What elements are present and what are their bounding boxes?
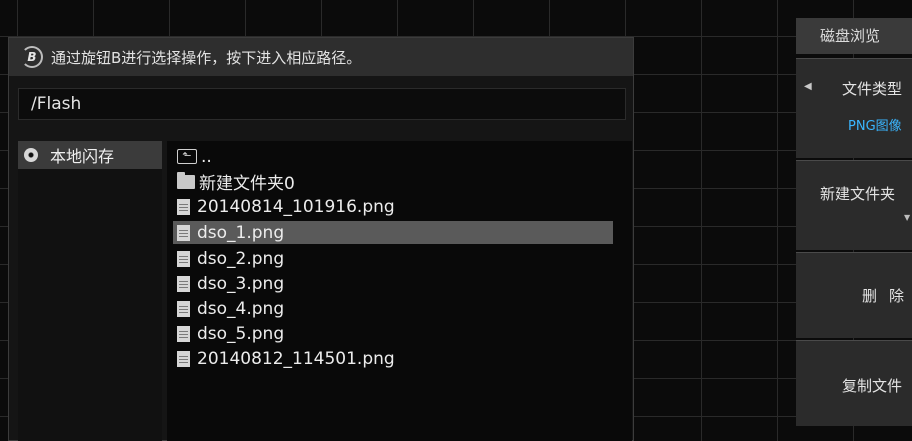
arrow-left-icon: ◀ bbox=[804, 81, 812, 92]
delete-button[interactable]: 删除 bbox=[796, 252, 912, 338]
hint-text: 通过旋钮B进行选择操作，按下进入相应路径。 bbox=[51, 48, 362, 67]
file-icon bbox=[177, 275, 190, 292]
new-folder-button[interactable]: 新建文件夹 ▼ bbox=[796, 160, 912, 250]
list-item-file[interactable]: dso_5.png bbox=[173, 322, 613, 345]
side-menu: 磁盘浏览 ◀ 文件类型 PNG图像 新建文件夹 ▼ 删除 复制文件 bbox=[796, 18, 912, 441]
file-type-button[interactable]: ◀ 文件类型 PNG图像 bbox=[796, 58, 912, 158]
list-item-file-selected[interactable]: dso_1.png bbox=[173, 221, 613, 244]
delete-label: 删除 bbox=[862, 287, 912, 305]
file-name: dso_4.png bbox=[197, 298, 285, 319]
file-type-value: PNG图像 bbox=[848, 119, 902, 134]
knob-b-icon: B bbox=[21, 46, 43, 68]
disk-icon bbox=[24, 148, 38, 162]
folder-icon bbox=[177, 171, 195, 189]
list-item-file[interactable]: dso_4.png bbox=[173, 297, 613, 320]
list-item-file[interactable]: dso_3.png bbox=[173, 272, 613, 295]
list-item-file[interactable]: 20140814_101916.png bbox=[173, 195, 613, 218]
file-type-label: 文件类型 bbox=[842, 80, 903, 98]
menu-title: 磁盘浏览 bbox=[796, 18, 912, 54]
folder-up-icon: ⬑ bbox=[177, 149, 197, 164]
file-name: 20140812_114501.png bbox=[197, 348, 395, 369]
location-label: 本地闪存 bbox=[50, 147, 115, 166]
file-list: ⬑ .. 新建文件夹0 20140814_101916.png dso_1.pn… bbox=[167, 141, 632, 441]
location-pane: 本地闪存 bbox=[18, 141, 162, 441]
list-item-file[interactable]: dso_2.png bbox=[173, 247, 613, 270]
file-icon bbox=[177, 350, 190, 367]
file-name: dso_3.png bbox=[197, 273, 285, 294]
chevron-down-icon: ▼ bbox=[904, 213, 911, 222]
file-name: 新建文件夹0 bbox=[199, 174, 295, 194]
file-name: dso_1.png bbox=[197, 222, 285, 243]
list-item-parent-dir[interactable]: ⬑ .. bbox=[173, 145, 613, 168]
location-item-local-flash[interactable]: 本地闪存 bbox=[18, 141, 162, 169]
hint-bar: B 通过旋钮B进行选择操作，按下进入相应路径。 bbox=[9, 38, 633, 76]
copy-file-label: 复制文件 bbox=[842, 377, 903, 395]
list-item-folder[interactable]: 新建文件夹0 bbox=[173, 170, 613, 194]
file-name: dso_2.png bbox=[197, 248, 285, 269]
path-field[interactable]: /Flash bbox=[18, 88, 626, 120]
file-icon bbox=[177, 250, 190, 267]
file-name: .. bbox=[201, 146, 212, 167]
file-icon bbox=[177, 224, 190, 241]
file-browser-dialog: B 通过旋钮B进行选择操作，按下进入相应路径。 /Flash 本地闪存 ⬑ ..… bbox=[8, 37, 634, 441]
new-folder-label: 新建文件夹 bbox=[820, 185, 896, 203]
file-icon bbox=[177, 300, 190, 317]
copy-file-button[interactable]: 复制文件 bbox=[796, 340, 912, 426]
list-item-file[interactable]: 20140812_114501.png bbox=[173, 347, 613, 370]
file-name: 20140814_101916.png bbox=[197, 196, 395, 217]
file-icon bbox=[177, 325, 190, 342]
file-name: dso_5.png bbox=[197, 323, 285, 344]
file-icon bbox=[177, 198, 190, 215]
